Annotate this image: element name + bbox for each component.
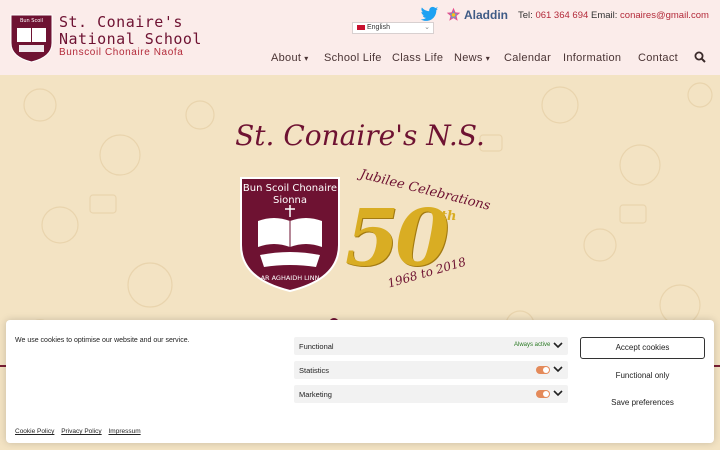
dropdown-arrow-icon: ▾	[485, 54, 491, 63]
toggle-knob	[543, 391, 549, 397]
nav-item-label: Class Life	[392, 52, 444, 64]
marketing-toggle[interactable]	[536, 390, 550, 398]
chevron-down-icon[interactable]	[552, 339, 564, 351]
pref-label: Statistics	[299, 366, 330, 375]
pref-label: Marketing	[299, 390, 332, 399]
cookie-links: Cookie Policy Privacy Policy Impressum	[15, 428, 146, 435]
statistics-toggle[interactable]	[536, 366, 550, 374]
nav-item-information[interactable]: Information	[563, 52, 621, 64]
language-select[interactable]: English ⌄	[352, 22, 434, 34]
cookie-pref-marketing[interactable]: Marketing	[294, 385, 568, 403]
accept-cookies-button[interactable]: Accept cookies	[580, 337, 705, 359]
hero-crest-icon: Bun Scoil Chonaire Sionna AR AGHAIDH LIN…	[240, 177, 340, 293]
impressum-link[interactable]: Impressum	[108, 428, 140, 435]
nav-item-contact[interactable]: Contact	[638, 52, 678, 64]
cookie-banner: We use cookies to optimise our website a…	[6, 320, 714, 443]
aladdin-star-icon[interactable]	[446, 7, 461, 22]
nav-item-label: News	[454, 52, 483, 64]
email-link[interactable]: conaires@gmail.com	[620, 10, 709, 21]
anniversary-suffix: th	[441, 209, 457, 224]
nav-item-label: About	[271, 52, 302, 64]
nav-item-label: School Life	[324, 52, 382, 64]
school-name-line1: St. Conaire's	[59, 13, 183, 31]
privacy-policy-link[interactable]: Privacy Policy	[61, 428, 101, 435]
site-header: Bun Scoil St. Conaire's National School …	[0, 0, 720, 75]
dropdown-arrow-icon: ▾	[304, 54, 309, 63]
pref-label: Functional	[299, 342, 334, 351]
save-preferences-button[interactable]: Save preferences	[580, 396, 705, 410]
cookie-policy-link[interactable]: Cookie Policy	[15, 428, 54, 435]
tel-label: Tel:	[518, 10, 533, 21]
search-icon[interactable]	[694, 51, 706, 63]
crest-mid-text: Sionna	[273, 195, 307, 206]
cookie-message: We use cookies to optimise our website a…	[15, 337, 190, 344]
flag-icon	[357, 24, 365, 30]
cookie-pref-statistics[interactable]: Statistics	[294, 361, 568, 379]
tel-info: Tel: 061 364 694	[518, 10, 588, 21]
chevron-down-icon[interactable]	[552, 387, 564, 399]
tel-link[interactable]: 061 364 694	[535, 10, 588, 21]
school-name-line2: National School	[59, 30, 202, 48]
toggle-knob	[543, 367, 549, 373]
language-value: English	[367, 24, 390, 31]
cookie-pref-functional[interactable]: Functional Always active	[294, 337, 568, 355]
nav-item-class-life[interactable]: Class Life	[392, 52, 443, 64]
nav-item-about[interactable]: About ▾	[271, 52, 309, 64]
chevron-down-icon[interactable]	[552, 363, 564, 375]
school-name[interactable]: St. Conaire's National School	[59, 14, 202, 48]
nav-item-calendar[interactable]: Calendar	[504, 52, 551, 64]
svg-text:Bun Scoil: Bun Scoil	[20, 18, 43, 24]
nav-item-label: Information	[563, 52, 622, 64]
aladdin-link[interactable]: Aladdin	[464, 8, 508, 22]
hero-title: St. Conaire's N.S.	[235, 119, 485, 152]
nav-item-news[interactable]: News ▾	[454, 52, 490, 64]
crest-logo-icon[interactable]: Bun Scoil	[9, 13, 54, 63]
crest-top-text: Bun Scoil Chonaire	[243, 183, 337, 194]
functional-only-button[interactable]: Functional only	[580, 369, 705, 383]
nav-item-label: Calendar	[504, 52, 552, 64]
nav-item-label: Contact	[638, 52, 679, 64]
email-info: Email: conaires@gmail.com	[591, 10, 709, 21]
school-name-irish: Bunscoil Chonaire Naofa	[59, 47, 184, 58]
email-label: Email:	[591, 10, 618, 21]
crest-motto-text: AR AGHAIDH LINN	[261, 274, 320, 282]
chevron-down-icon: ⌄	[424, 24, 430, 31]
twitter-icon[interactable]	[420, 6, 439, 23]
always-active-badge: Always active	[514, 342, 551, 348]
nav-item-school-life[interactable]: School Life	[324, 52, 382, 64]
